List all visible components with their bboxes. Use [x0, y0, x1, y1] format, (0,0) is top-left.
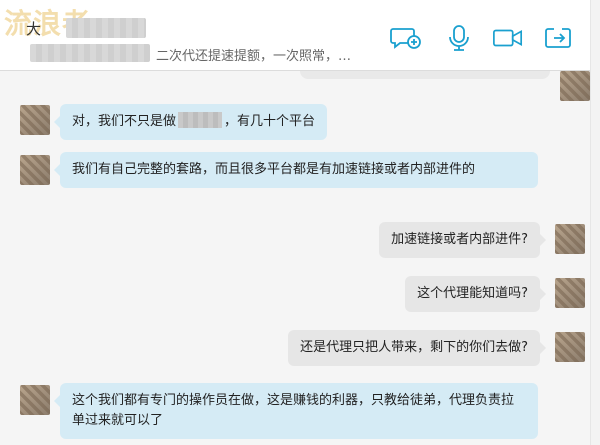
chat-header: 流浪者 大 二次代还提速提额，一次照常，… — [0, 0, 590, 71]
message-text: 对，我们不只是做 — [72, 114, 177, 129]
message-bubble[interactable]: 对，我们不只是做 ，有几十个平台 — [53, 104, 328, 140]
avatar — [560, 71, 590, 101]
message-text: 这个代理能知道吗? — [417, 286, 528, 301]
message-bubble[interactable]: 加速链接或者内部进件? — [379, 222, 546, 258]
message-bubble[interactable]: 这个我们都有专门的操作员在做，这是赚钱的利器，只教给徒弟，代理负责拉单过来就可以… — [54, 383, 538, 439]
message-text: 我们有自己完整的套路，而且很多平台都是有加速链接或者内部进件的 — [72, 162, 476, 177]
share-icon[interactable] — [543, 24, 575, 52]
last-message-preview: 二次代还提速提额，一次照常，… — [156, 49, 352, 64]
add-chat-icon[interactable] — [390, 24, 422, 52]
message-bubble[interactable]: 这个代理能知道吗? — [405, 276, 546, 312]
video-icon[interactable] — [492, 24, 524, 52]
redacted-name — [66, 18, 146, 38]
message-text: ，有几十个平台 — [224, 114, 316, 129]
message-text: 还是代理只把人带来，剩下的你们去做? — [300, 340, 528, 355]
message-list[interactable]: 对，我们不只是做 ，有几十个平台 我们有自己完整的套路，而且很多平台都是有加速链接… — [0, 71, 590, 445]
avatar — [20, 155, 50, 185]
avatar — [555, 224, 585, 254]
avatar — [555, 278, 585, 308]
avatar — [20, 385, 50, 415]
previous-message — [300, 71, 550, 79]
message-text: 加速链接或者内部进件? — [391, 232, 528, 247]
redacted-text — [178, 112, 223, 128]
message-bubble[interactable]: 还是代理只把人带来，剩下的你们去做? — [288, 330, 546, 366]
contact-name[interactable]: 大 — [26, 18, 41, 39]
microphone-icon[interactable] — [443, 24, 475, 52]
message-text: 这个我们都有专门的操作员在做，这是赚钱的利器，只教给徒弟，代理负责拉单过来就可以… — [72, 393, 515, 428]
scrollbar[interactable] — [590, 0, 600, 445]
message-bubble[interactable]: 我们有自己完整的套路，而且很多平台都是有加速链接或者内部进件的 — [54, 152, 538, 188]
avatar — [20, 105, 50, 135]
redacted-subtitle — [30, 44, 150, 62]
avatar — [555, 332, 585, 362]
